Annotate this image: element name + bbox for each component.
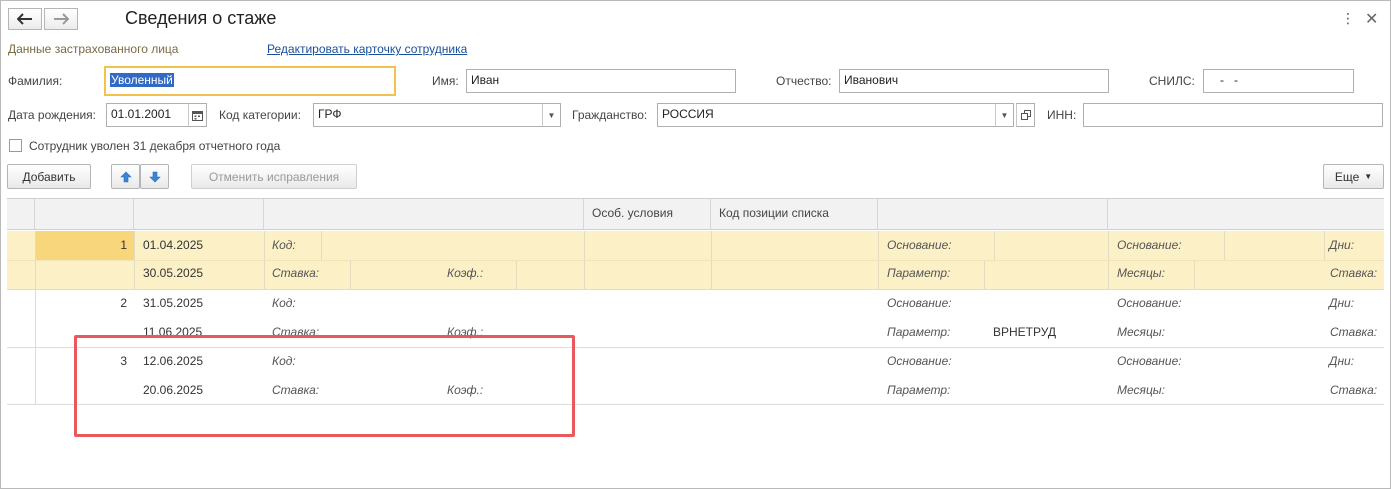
- cancel-corrections-button[interactable]: Отменить исправления: [191, 164, 357, 189]
- section-title: Данные застрахованного лица: [8, 42, 179, 56]
- edit-employee-card-link[interactable]: Редактировать карточку сотрудника: [267, 42, 467, 56]
- column-header-basis[interactable]: [878, 199, 1108, 230]
- column-header-marker: [7, 199, 35, 230]
- snils-label: СНИЛС:: [1149, 74, 1195, 88]
- kod-label: Код:: [272, 296, 296, 310]
- inn-label: ИНН:: [1047, 108, 1077, 122]
- osnovanie-label: Основание:: [887, 238, 952, 252]
- arrow-right-icon: [54, 13, 69, 25]
- dni-label: Дни:: [1329, 238, 1355, 252]
- inn-field[interactable]: [1083, 103, 1383, 127]
- more-button-label: Еще: [1334, 169, 1360, 184]
- mesyacy-label: Месяцы:: [1117, 325, 1165, 339]
- date-start[interactable]: 31.05.2025: [143, 296, 203, 310]
- chevron-down-icon: ▼: [1364, 172, 1373, 181]
- close-icon[interactable]: ✕: [1365, 9, 1378, 29]
- more-button[interactable]: Еще ▼: [1323, 164, 1384, 189]
- dni-label: Дни:: [1329, 354, 1355, 368]
- arrow-down-icon: [148, 171, 161, 182]
- dismissed-checkbox-label: Сотрудник уволен 31 декабря отчетного го…: [29, 139, 281, 153]
- stavka-label: Ставка:: [1330, 266, 1378, 280]
- calendar-icon: [192, 110, 203, 121]
- surname-value: Уволенный: [110, 73, 174, 87]
- surname-label: Фамилия:: [8, 74, 63, 88]
- kod-label: Код:: [272, 238, 296, 252]
- move-up-button[interactable]: [111, 164, 140, 189]
- more-vertical-icon[interactable]: ⋮: [1341, 11, 1355, 25]
- parametr-label: Параметр:: [887, 325, 951, 339]
- category-field[interactable]: ГРФ: [313, 103, 543, 127]
- date-end[interactable]: 30.05.2025: [143, 266, 203, 280]
- citizenship-field[interactable]: РОССИЯ: [657, 103, 996, 127]
- open-window-icon: [1020, 110, 1031, 120]
- column-header-length[interactable]: [1108, 199, 1384, 230]
- category-dropdown-button[interactable]: ▼: [542, 103, 561, 127]
- osnovanie-label: Основание:: [1117, 238, 1182, 252]
- calendar-button[interactable]: [188, 103, 207, 127]
- column-header-special-conditions[interactable]: Особ. условия: [584, 199, 711, 230]
- snils-field[interactable]: - -: [1203, 69, 1354, 93]
- stavka-label: Ставка:: [272, 266, 320, 280]
- category-label: Код категории:: [219, 108, 301, 122]
- parametr-label: Параметр:: [887, 266, 951, 280]
- chevron-down-icon: ▼: [547, 110, 556, 120]
- column-header-number[interactable]: [35, 199, 134, 230]
- parametr-label: Параметр:: [887, 383, 951, 397]
- osnovanie-label: Основание:: [887, 296, 952, 310]
- chevron-down-icon: ▼: [1000, 110, 1009, 120]
- add-button[interactable]: Добавить: [7, 164, 91, 189]
- patronymic-label: Отчество:: [776, 74, 832, 88]
- osnovanie-label: Основание:: [887, 354, 952, 368]
- row-number: 2: [120, 296, 127, 310]
- citizenship-open-button[interactable]: [1016, 103, 1035, 127]
- form-window: Сведения о стаже ⋮ ✕ Данные застрахованн…: [0, 0, 1391, 489]
- name-field[interactable]: Иван: [466, 69, 736, 93]
- parametr-value[interactable]: ВРНЕТРУД: [993, 325, 1056, 339]
- back-button[interactable]: [8, 8, 42, 30]
- column-header-codes[interactable]: [264, 199, 584, 230]
- surname-field[interactable]: Уволенный: [104, 66, 396, 96]
- birthdate-label: Дата рождения:: [8, 108, 96, 122]
- birthdate-field[interactable]: 01.01.2001: [106, 103, 189, 127]
- dni-label: Дни:: [1329, 296, 1355, 310]
- arrow-left-icon: [17, 13, 32, 25]
- row-number: 1: [120, 238, 127, 252]
- patronymic-field[interactable]: Иванович: [839, 69, 1109, 93]
- stavka-label: Ставка:: [1330, 325, 1378, 339]
- osnovanie-label: Основание:: [1117, 354, 1182, 368]
- mesyacy-label: Месяцы:: [1117, 383, 1165, 397]
- citizenship-dropdown-button[interactable]: ▼: [995, 103, 1014, 127]
- highlight-annotation-box: [74, 335, 575, 437]
- osnovanie-label: Основание:: [1117, 296, 1182, 310]
- column-header-dates[interactable]: [134, 199, 264, 230]
- move-down-button[interactable]: [140, 164, 169, 189]
- column-header-list-position-code[interactable]: Код позиции списка: [711, 199, 878, 230]
- forward-button[interactable]: [44, 8, 78, 30]
- dismissed-checkbox[interactable]: [9, 139, 22, 152]
- name-label: Имя:: [432, 74, 459, 88]
- page-title: Сведения о стаже: [125, 8, 277, 28]
- koef-label: Коэф.:: [447, 266, 484, 280]
- citizenship-label: Гражданство:: [572, 108, 648, 122]
- mesyacy-label: Месяцы:: [1117, 266, 1165, 280]
- stavka-label: Ставка:: [1330, 383, 1378, 397]
- arrow-up-icon: [119, 171, 132, 182]
- date-start[interactable]: 01.04.2025: [143, 238, 203, 252]
